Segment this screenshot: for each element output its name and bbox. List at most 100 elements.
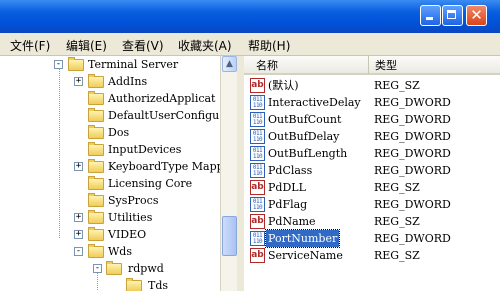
value-type: REG_DWORD xyxy=(374,113,451,126)
tree-node-label: Terminal Server xyxy=(88,58,179,71)
folder-icon xyxy=(88,227,104,241)
tree-node-label: Licensing Core xyxy=(108,177,193,190)
close-icon: ✕ xyxy=(470,6,483,24)
value-row[interactable]: 011 110 InteractiveDelay REG_DWORD xyxy=(244,94,500,111)
column-header-type[interactable]: 类型 xyxy=(369,56,500,75)
tree-guide-line xyxy=(59,68,60,238)
tree-node-label: AddIns xyxy=(108,75,148,88)
string-value-icon: ab xyxy=(250,214,265,229)
value-row[interactable]: ab PdName REG_SZ xyxy=(244,213,500,230)
folder-icon xyxy=(88,176,104,190)
tree-node-label: InputDevices xyxy=(108,143,182,156)
tree-node-label: Utilities xyxy=(108,211,153,224)
value-type: REG_SZ xyxy=(374,79,420,92)
title-bar[interactable]: ✕ xyxy=(0,0,500,33)
value-name: PortNumber xyxy=(264,229,341,248)
value-row[interactable]: 011 110 PdClass REG_DWORD xyxy=(244,162,500,179)
registry-key-tree[interactable]: - Terminal Server + AddIns AuthorizedApp… xyxy=(0,56,220,291)
folder-icon xyxy=(88,210,104,224)
pane-splitter[interactable] xyxy=(237,56,244,291)
string-value-icon: ab xyxy=(250,180,265,195)
menu-file[interactable]: 文件(F) xyxy=(10,37,50,54)
menu-bar: 文件(F) 编辑(E) 查看(V) 收藏夹(A) 帮助(H) xyxy=(0,33,500,56)
value-name: (默认) xyxy=(268,79,299,92)
expand-icon[interactable]: + xyxy=(74,230,83,239)
value-type: REG_DWORD xyxy=(374,147,451,160)
menu-edit[interactable]: 编辑(E) xyxy=(66,37,107,54)
menu-help[interactable]: 帮助(H) xyxy=(248,37,290,54)
value-type: REG_DWORD xyxy=(374,232,451,245)
value-type: REG_DWORD xyxy=(374,198,451,211)
binary-value-icon: 011 110 xyxy=(250,129,265,144)
value-name: PdDLL xyxy=(268,181,306,194)
tree-node-label: DefaultUserConfigu xyxy=(108,109,220,122)
expand-icon[interactable]: + xyxy=(74,77,83,86)
scrollbar-thumb[interactable] xyxy=(222,216,237,256)
folder-icon xyxy=(88,91,104,105)
menu-view[interactable]: 查看(V) xyxy=(122,37,164,54)
tree-node-label: SysProcs xyxy=(108,194,159,207)
expand-icon[interactable]: + xyxy=(74,213,83,222)
binary-value-icon: 011 110 xyxy=(250,197,265,212)
folder-icon xyxy=(88,108,104,122)
folder-open-icon xyxy=(68,57,84,71)
column-header-name[interactable]: 名称 xyxy=(244,56,369,75)
folder-open-icon xyxy=(106,261,122,275)
scroll-up-button[interactable]: ▲ xyxy=(222,56,237,72)
value-name: OutBufLength xyxy=(268,147,348,160)
value-type: REG_SZ xyxy=(374,181,420,194)
binary-value-icon: 011 110 xyxy=(250,95,265,110)
collapse-icon[interactable]: - xyxy=(93,264,102,273)
value-name: ServiceName xyxy=(268,249,343,262)
value-name: InteractiveDelay xyxy=(268,96,361,109)
tree-node-label: rdpwd xyxy=(128,262,164,275)
folder-icon xyxy=(88,125,104,139)
value-row[interactable]: 011 110 PortNumber REG_DWORD xyxy=(244,229,500,248)
value-type: REG_DWORD xyxy=(374,96,451,109)
tree-node-label: Tds xyxy=(148,279,169,291)
value-name: PdFlag xyxy=(268,198,308,211)
maximize-icon xyxy=(443,6,462,25)
binary-value-icon: 011 110 xyxy=(250,112,265,127)
tree-node-label: KeyboardType Mappi xyxy=(108,160,220,173)
value-name: OutBufCount xyxy=(268,113,342,126)
value-name: OutBufDelay xyxy=(268,130,340,143)
value-type: REG_SZ xyxy=(374,215,420,228)
tree-node-label: VIDEO xyxy=(108,228,147,241)
binary-value-icon: 011 110 xyxy=(250,231,265,246)
folder-icon xyxy=(88,193,104,207)
string-value-icon: ab xyxy=(250,248,265,263)
minimize-button[interactable] xyxy=(420,5,441,26)
string-value-icon: ab xyxy=(250,78,265,93)
value-row[interactable]: 011 110 PdFlag REG_DWORD xyxy=(244,196,500,213)
value-row[interactable]: ab PdDLL REG_SZ xyxy=(244,179,500,196)
collapse-icon[interactable]: - xyxy=(54,60,63,69)
folder-icon xyxy=(88,159,104,173)
value-type: REG_DWORD xyxy=(374,130,451,143)
value-type: REG_SZ xyxy=(374,249,420,262)
value-row[interactable]: ab ServiceName REG_SZ xyxy=(244,247,500,264)
menu-favorites[interactable]: 收藏夹(A) xyxy=(178,37,232,54)
folder-icon xyxy=(88,74,104,88)
registry-values-list[interactable]: 名称 类型 ab (默认) REG_SZ 011 110 InteractiveDela… xyxy=(244,56,500,291)
value-row[interactable]: 011 110 OutBufLength REG_DWORD xyxy=(244,145,500,162)
collapse-icon[interactable]: - xyxy=(74,247,83,256)
tree-node-label: Dos xyxy=(108,126,130,139)
binary-value-icon: 011 110 xyxy=(250,163,265,178)
folder-icon xyxy=(126,278,142,291)
folder-icon xyxy=(88,142,104,156)
binary-value-icon: 011 110 xyxy=(250,146,265,161)
tree-scrollbar[interactable]: ▲ xyxy=(220,56,237,291)
value-row[interactable]: 011 110 OutBufDelay REG_DWORD xyxy=(244,128,500,145)
minimize-icon xyxy=(421,6,440,25)
value-name: PdClass xyxy=(268,164,313,177)
maximize-button[interactable] xyxy=(442,5,463,26)
folder-open-icon xyxy=(88,244,104,258)
value-row[interactable]: 011 110 OutBufCount REG_DWORD xyxy=(244,111,500,128)
close-button[interactable]: ✕ xyxy=(466,5,487,26)
value-row[interactable]: ab (默认) REG_SZ xyxy=(244,77,500,94)
tree-node-label: Wds xyxy=(108,245,132,258)
value-name: PdName xyxy=(268,215,316,228)
expand-icon[interactable]: + xyxy=(74,162,83,171)
tree-guide-line xyxy=(97,270,98,290)
